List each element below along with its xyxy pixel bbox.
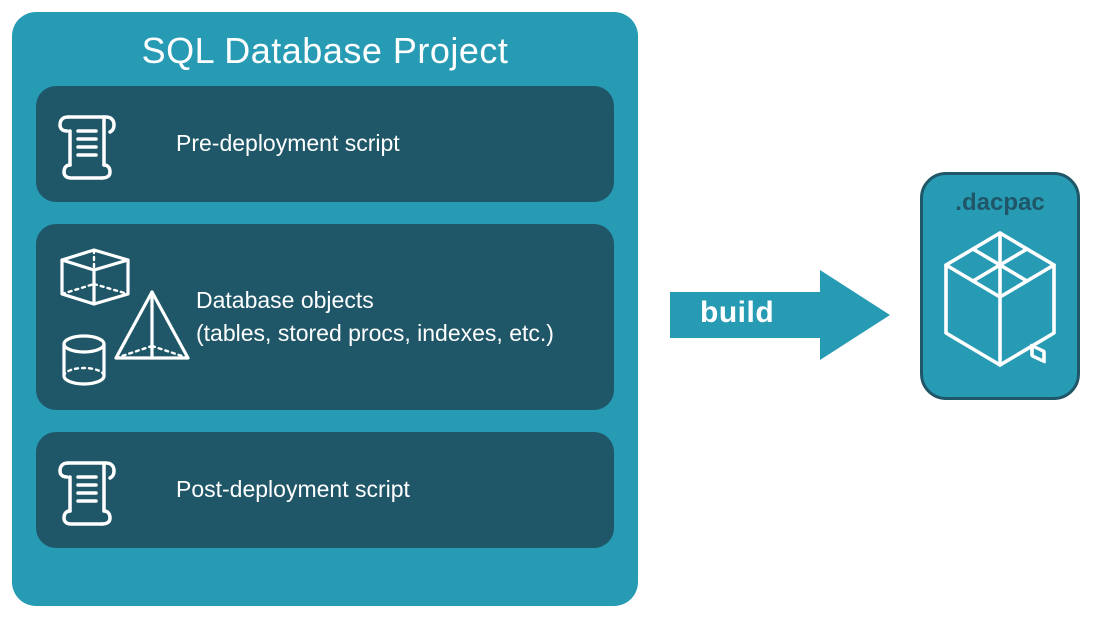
stage-db-objects-label: Database objects (tables, stored procs, … xyxy=(196,284,594,351)
stage-db-objects: Database objects (tables, stored procs, … xyxy=(36,224,614,410)
stage-post-deployment-label: Post-deployment script xyxy=(176,473,594,506)
package-icon xyxy=(936,223,1064,373)
db-objects-icon xyxy=(56,224,196,410)
dacpac-output: .dacpac xyxy=(920,172,1080,400)
diagram-canvas: SQL Database Project xyxy=(0,0,1100,619)
stage-pre-deployment-label: Pre-deployment script xyxy=(176,127,594,160)
stage-pre-deployment: Pre-deployment script xyxy=(36,86,614,202)
scroll-icon xyxy=(56,432,176,548)
stage-db-objects-label-line2: (tables, stored procs, indexes, etc.) xyxy=(196,317,594,350)
project-title: SQL Database Project xyxy=(36,12,614,86)
dacpac-label: .dacpac xyxy=(923,189,1077,217)
stage-db-objects-label-line1: Database objects xyxy=(196,284,594,317)
build-arrow-label: build xyxy=(700,296,774,330)
stage-post-deployment: Post-deployment script xyxy=(36,432,614,548)
project-panel: SQL Database Project xyxy=(12,12,638,606)
scroll-icon xyxy=(56,86,176,202)
